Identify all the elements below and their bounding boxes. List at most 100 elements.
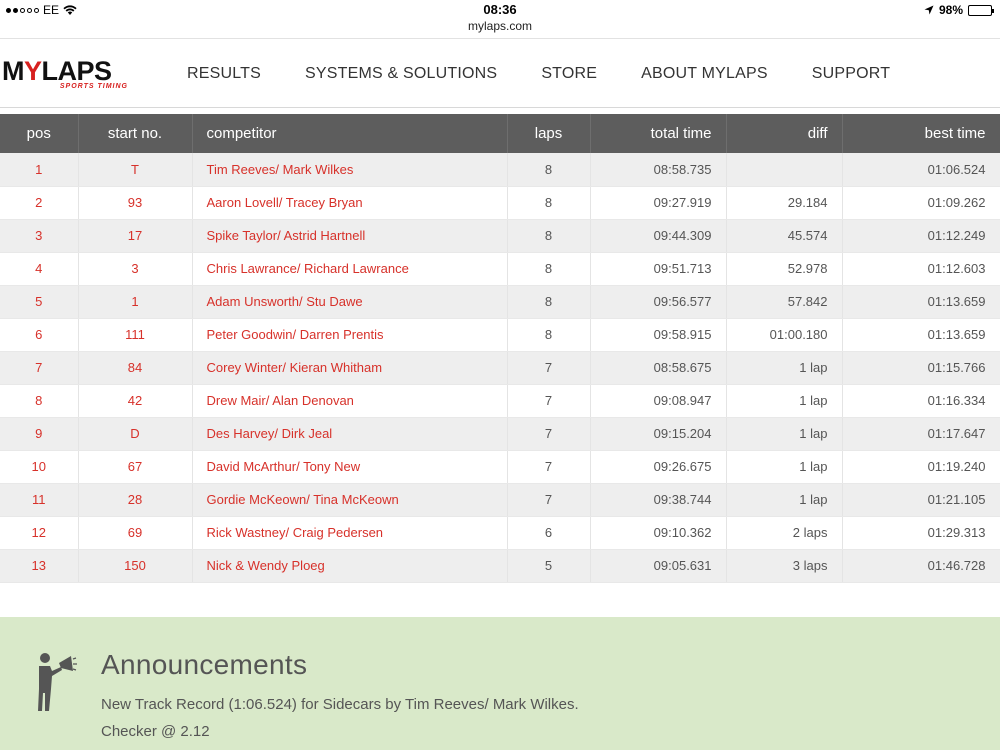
col-header-best-time[interactable]: best time [842,114,1000,153]
cell-best-time: 01:09.262 [842,186,1000,220]
cell-start-no: 84 [78,351,193,385]
cell-best-time: 01:12.249 [842,219,1000,253]
table-row[interactable]: 5 1 Adam Unsworth/ Stu Dawe 8 09:56.577 57.84… [0,285,1000,319]
cell-competitor[interactable]: Chris Lawrance/ Richard Lawrance [192,252,508,286]
cell-start-no: 17 [78,219,193,253]
cell-competitor[interactable]: Drew Mair/ Alan Denovan [192,384,508,418]
nav-about-mylaps[interactable]: ABOUT MYLAPS [619,65,790,83]
cell-laps: 8 [507,153,591,187]
cell-total-time: 09:26.675 [590,450,727,484]
results-table: pos start no. competitor laps total time… [0,114,1000,583]
col-header-competitor[interactable]: competitor [192,114,508,153]
cell-pos: 8 [0,384,79,418]
cell-best-time: 01:29.313 [842,516,1000,550]
cell-competitor[interactable]: Spike Taylor/ Astrid Hartnell [192,219,508,253]
cell-start-no: 69 [78,516,193,550]
cell-total-time: 09:27.919 [590,186,727,220]
col-header-laps[interactable]: laps [507,114,591,153]
table-row[interactable]: 8 42 Drew Mair/ Alan Denovan 7 09:08.947 1 la… [0,384,1000,418]
table-row[interactable]: 4 3 Chris Lawrance/ Richard Lawrance 8 09:51… [0,252,1000,286]
battery-icon [968,4,994,16]
address-bar[interactable]: mylaps.com [0,19,1000,37]
cell-competitor[interactable]: Des Harvey/ Dirk Jeal [192,417,508,451]
col-header-pos[interactable]: pos [0,114,79,153]
table-row[interactable]: 10 67 David McArthur/ Tony New 7 09:26.675 1 … [0,450,1000,484]
nav-systems-solutions[interactable]: SYSTEMS & SOLUTIONS [283,65,519,83]
cell-laps: 7 [507,417,591,451]
col-header-total-time[interactable]: total time [590,114,727,153]
cell-start-no: D [78,417,193,451]
col-header-diff[interactable]: diff [726,114,843,153]
cell-total-time: 09:51.713 [590,252,727,286]
table-row[interactable]: 7 84 Corey Winter/ Kieran Whitham 7 08:58.67… [0,351,1000,385]
table-row[interactable]: 2 93 Aaron Lovell/ Tracey Bryan 8 09:27.919 2… [0,186,1000,220]
cell-best-time: 01:06.524 [842,153,1000,187]
cell-best-time: 01:15.766 [842,351,1000,385]
table-header-row: pos start no. competitor laps total time… [0,114,1000,153]
cell-competitor[interactable]: Peter Goodwin/ Darren Prentis [192,318,508,352]
table-row[interactable]: 1 T Tim Reeves/ Mark Wilkes 8 08:58.735 01:06… [0,153,1000,187]
announcement-line: Checker @ 2.12 [101,723,210,740]
cell-best-time: 01:21.105 [842,483,1000,517]
cell-best-time: 01:13.659 [842,318,1000,352]
cell-start-no: 150 [78,549,193,583]
cell-best-time: 01:46.728 [842,549,1000,583]
cell-laps: 8 [507,285,591,319]
table-row[interactable]: 3 17 Spike Taylor/ Astrid Hartnell 8 09:44.3… [0,219,1000,253]
cell-total-time: 09:56.577 [590,285,727,319]
cell-competitor[interactable]: Nick & Wendy Ploeg [192,549,508,583]
col-header-start-no[interactable]: start no. [78,114,193,153]
status-right: 98% [924,3,994,17]
cell-laps: 8 [507,219,591,253]
cell-best-time: 01:12.603 [842,252,1000,286]
nav-results[interactable]: RESULTS [165,65,283,83]
cell-laps: 8 [507,318,591,352]
cell-laps: 6 [507,516,591,550]
cell-competitor[interactable]: David McArthur/ Tony New [192,450,508,484]
cell-total-time: 08:58.675 [590,351,727,385]
cell-competitor[interactable]: Adam Unsworth/ Stu Dawe [192,285,508,319]
table-row[interactable]: 9 D Des Harvey/ Dirk Jeal 7 09:15.204 1 lap 01… [0,417,1000,451]
cell-pos: 7 [0,351,79,385]
cell-pos: 2 [0,186,79,220]
cell-laps: 7 [507,450,591,484]
nav-support[interactable]: SUPPORT [790,65,912,83]
cell-competitor[interactable]: Gordie McKeown/ Tina McKeown [192,483,508,517]
cell-best-time: 01:17.647 [842,417,1000,451]
cell-laps: 7 [507,384,591,418]
cell-diff: 45.574 [726,219,843,253]
cell-diff: 1 lap [726,417,843,451]
cell-laps: 7 [507,351,591,385]
mylaps-logo[interactable]: MYLAPS SPORTS TIMING [2,57,132,97]
cell-pos: 11 [0,483,79,517]
cell-pos: 3 [0,219,79,253]
cell-competitor[interactable]: Aaron Lovell/ Tracey Bryan [192,186,508,220]
logo-wordmark: MYLAPS [2,56,112,86]
table-row[interactable]: 12 69 Rick Wastney/ Craig Pedersen 6 09:10.3… [0,516,1000,550]
cell-start-no: 93 [78,186,193,220]
ios-status-bar: EE 08:36 98% [0,0,1000,20]
cell-competitor[interactable]: Tim Reeves/ Mark Wilkes [192,153,508,187]
cell-total-time: 09:38.744 [590,483,727,517]
cell-diff: 1 lap [726,384,843,418]
table-row[interactable]: 13 150 Nick & Wendy Ploeg 5 09:05.631 3 laps 0… [0,549,1000,583]
cell-start-no: 67 [78,450,193,484]
cell-total-time: 09:15.204 [590,417,727,451]
cell-competitor[interactable]: Corey Winter/ Kieran Whitham [192,351,508,385]
cell-diff: 2 laps [726,516,843,550]
clock: 08:36 [483,2,517,17]
location-arrow-icon [924,5,934,15]
nav-store[interactable]: STORE [519,65,619,83]
results-body: 1 T Tim Reeves/ Mark Wilkes 8 08:58.735 01:06… [0,153,1000,583]
cell-best-time: 01:19.240 [842,450,1000,484]
table-row[interactable]: 6 111 Peter Goodwin/ Darren Prentis 8 09:58.… [0,318,1000,352]
table-row[interactable]: 11 28 Gordie McKeown/ Tina McKeown 7 09:38.7… [0,483,1000,517]
cell-pos: 10 [0,450,79,484]
cell-diff: 01:00.180 [726,318,843,352]
cell-pos: 6 [0,318,79,352]
cell-diff: 57.842 [726,285,843,319]
cell-diff: 1 lap [726,450,843,484]
cell-competitor[interactable]: Rick Wastney/ Craig Pedersen [192,516,508,550]
cell-pos: 13 [0,549,79,583]
cell-pos: 9 [0,417,79,451]
